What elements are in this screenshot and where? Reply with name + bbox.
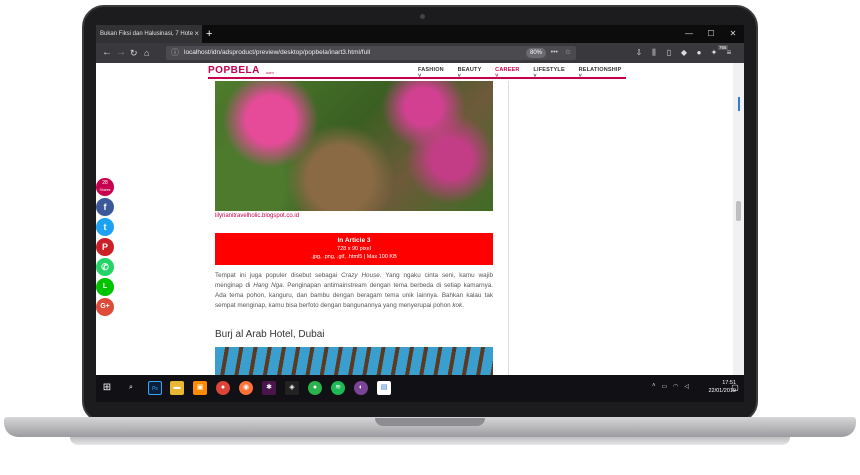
paragraph-emphasis: Crazy House — [341, 272, 380, 279]
tab-close-icon[interactable]: × — [194, 25, 199, 43]
info-icon[interactable]: ⓘ — [171, 46, 179, 60]
extension-icon-2[interactable]: ● — [694, 46, 704, 60]
page-actions-icon[interactable]: ••• — [551, 46, 558, 60]
share-count-badge: 28 Shares — [96, 178, 114, 196]
media-app-icon[interactable]: ◐ — [354, 381, 368, 395]
in-article-ad[interactable]: In Article 3 728 x 90 pixel .jpg, .png, … — [215, 233, 493, 265]
notification-icon[interactable]: ▢ — [730, 381, 740, 395]
sidebar-icon[interactable]: ▯ — [664, 46, 674, 60]
laptop-frame: Bukan Fiksi dan Halusinasi, 7 Hote × + —… — [0, 0, 860, 475]
scrollbar-marker — [738, 97, 740, 111]
download-icon[interactable]: ⇩ — [634, 46, 644, 60]
laptop-shadow — [70, 437, 790, 445]
paragraph-text: . — [462, 302, 464, 309]
tab-bar: Bukan Fiksi dan Halusinasi, 7 Hote × + —… — [96, 25, 744, 43]
pinterest-icon[interactable]: P — [96, 238, 114, 256]
app-window-icon[interactable]: ▤ — [377, 381, 391, 395]
whatsapp-icon[interactable]: ✆ — [96, 258, 114, 276]
paragraph-emphasis: Hang Nga — [253, 282, 283, 289]
extension-badge: 765 — [718, 45, 728, 50]
zoom-level[interactable]: 80% — [525, 48, 546, 58]
unknown-app-icon[interactable]: ◈ — [285, 381, 299, 395]
article-paragraph: Tempat ini juga populer disebut sebagai … — [215, 271, 493, 311]
slack-icon[interactable]: ✱ — [262, 381, 276, 395]
system-tray: ˄ ▭ ◠ ◁ — [652, 383, 689, 390]
url-text[interactable]: localhost/idn/adsproduct/preview/desktop… — [184, 46, 370, 60]
nav-career[interactable]: CAREER ˅ — [495, 67, 524, 79]
scrollbar-thumb[interactable] — [736, 201, 741, 221]
ad-title: In Article 3 — [337, 237, 371, 244]
wifi-icon[interactable]: ◠ — [673, 383, 678, 390]
bookmark-star-icon[interactable]: ☆ — [565, 46, 571, 60]
article-photo-garden — [215, 81, 493, 211]
site-header: POPBELA .com FASHION ˅ BEAUTY ˅ CAREER ˅… — [208, 63, 626, 79]
window-controls: — ☐ ✕ — [678, 25, 744, 43]
messenger-icon[interactable]: ● — [308, 381, 322, 395]
share-count: 28 — [102, 180, 108, 186]
xampp-icon[interactable]: ▣ — [193, 381, 207, 395]
share-bar: 28 Shares f t P ✆ L G+ — [96, 178, 116, 316]
twitter-icon[interactable]: t — [96, 218, 114, 236]
firefox-icon[interactable]: ◉ — [239, 381, 253, 395]
battery-icon[interactable]: ▭ — [661, 383, 667, 390]
minimize-button[interactable]: — — [678, 25, 700, 43]
web-page: POPBELA .com FASHION ˅ BEAUTY ˅ CAREER ˅… — [96, 63, 744, 375]
site-logo[interactable]: POPBELA — [208, 65, 260, 76]
nav-lifestyle[interactable]: LIFESTYLE ˅ — [533, 67, 569, 79]
paragraph-emphasis: kok — [452, 302, 463, 309]
browser-tab[interactable]: Bukan Fiksi dan Halusinasi, 7 Hote × — [96, 25, 202, 43]
windows-start-icon[interactable]: ⊞ — [100, 381, 114, 395]
share-count-label: Shares — [99, 188, 111, 192]
laptop-notch — [375, 418, 485, 426]
line-icon[interactable]: L — [96, 278, 114, 296]
windows-taskbar: ⊞ ⌕ Ps ▬ ▣ ● ◉ ✱ ◈ ● ≋ ◐ ▤ ˄ ▭ ◠ ◁ 17:51… — [96, 375, 744, 402]
new-tab-button[interactable]: + — [206, 25, 212, 43]
google-plus-icon[interactable]: G+ — [96, 298, 114, 316]
chrome-icon[interactable]: ● — [216, 381, 230, 395]
forward-arrow-icon[interactable]: → — [116, 46, 126, 60]
nav-fashion[interactable]: FASHION ˅ — [418, 67, 449, 79]
article-photo-burj-al-arab — [215, 347, 493, 375]
address-bar[interactable]: ⓘ localhost/idn/adsproduct/preview/deskt… — [166, 46, 576, 60]
library-icon[interactable]: ⫼ — [649, 46, 659, 60]
ad-size: 728 x 90 pixel — [337, 246, 371, 252]
back-arrow-icon[interactable]: ← — [102, 46, 112, 60]
photoshop-icon[interactable]: Ps — [148, 381, 162, 395]
screen: Bukan Fiksi dan Halusinasi, 7 Hote × + —… — [96, 25, 744, 402]
site-logo-suffix: .com — [265, 70, 274, 75]
nav-beauty[interactable]: BEAUTY ˅ — [458, 67, 487, 79]
tab-title: Bukan Fiksi dan Halusinasi, 7 Hote — [100, 31, 194, 37]
maximize-button[interactable]: ☐ — [700, 25, 722, 43]
webcam — [420, 14, 425, 19]
main-nav: FASHION ˅ BEAUTY ˅ CAREER ˅ LIFESTYLE ˅ … — [418, 67, 626, 79]
section-heading: Burj al Arab Hotel, Dubai — [215, 329, 325, 340]
sidebar-divider — [508, 81, 509, 375]
reload-icon[interactable]: ↻ — [130, 46, 138, 60]
paragraph-text: Tempat ini juga populer disebut sebagai — [215, 272, 342, 279]
search-icon[interactable]: ⌕ — [124, 381, 138, 395]
tray-chevron-icon[interactable]: ˄ — [652, 383, 656, 390]
spotify-icon[interactable]: ≋ — [331, 381, 345, 395]
volume-icon[interactable]: ◁ — [684, 383, 689, 390]
home-icon[interactable]: ⌂ — [144, 46, 149, 60]
browser-navbar: ← → ↻ ⌂ ⓘ localhost/idn/adsproduct/previ… — [96, 43, 744, 63]
file-explorer-icon[interactable]: ▬ — [170, 381, 184, 395]
extension-icon[interactable]: ◆ — [679, 46, 689, 60]
ad-formats: .jpg, .png, .gif, .html5 | Max 100 KB — [311, 254, 397, 260]
image-caption[interactable]: lilyrianitravelholic.blogspot.co.id — [215, 213, 299, 219]
close-window-button[interactable]: ✕ — [722, 25, 744, 43]
facebook-icon[interactable]: f — [96, 198, 114, 216]
nav-relationship[interactable]: RELATIONSHIP ˅ — [579, 67, 626, 79]
